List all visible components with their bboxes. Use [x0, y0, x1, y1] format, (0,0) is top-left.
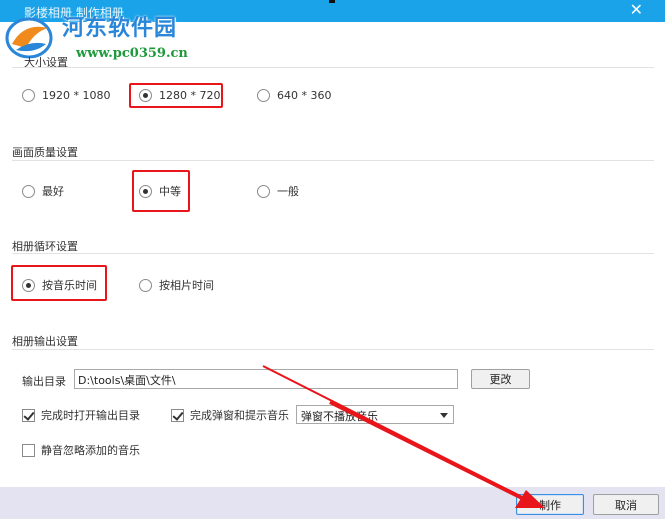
- size-option-label: 640 * 360: [277, 89, 332, 102]
- radio-icon[interactable]: [22, 184, 35, 198]
- highlight-box-loop: [11, 265, 107, 301]
- watermark-site-name: 河东软件园: [62, 15, 178, 41]
- open-dir-checkbox-row[interactable]: 完成时打开输出目录: [22, 407, 140, 423]
- output-dir-input[interactable]: D:\tools\桌面\文件\: [74, 369, 458, 389]
- open-dir-checkbox-label: 完成时打开输出目录: [41, 409, 140, 422]
- quality-option-best[interactable]: 最好: [22, 183, 64, 199]
- quality-section-label: 画面质量设置: [12, 146, 78, 159]
- loop-divider: [12, 253, 654, 254]
- mute-checkbox-row[interactable]: 静音忽略添加的音乐: [22, 442, 140, 458]
- popup-checkbox-label: 完成弹窗和提示音乐: [190, 409, 289, 422]
- size-option-640[interactable]: 640 * 360: [257, 89, 331, 102]
- checkbox-icon[interactable]: [22, 443, 35, 457]
- size-option-label: 1920 * 1080: [42, 89, 111, 102]
- size-divider: [12, 67, 654, 68]
- radio-icon[interactable]: [257, 184, 270, 198]
- radio-icon[interactable]: [22, 89, 35, 102]
- chevron-down-icon[interactable]: [440, 413, 448, 418]
- loop-option-photo[interactable]: 按相片时间: [139, 277, 214, 293]
- mute-checkbox-label: 静音忽略添加的音乐: [41, 444, 140, 457]
- output-section-label: 相册输出设置: [12, 335, 78, 348]
- quality-option-label: 一般: [277, 185, 299, 198]
- loop-section-label: 相册循环设置: [12, 240, 78, 253]
- close-icon[interactable]: ✕: [630, 1, 643, 19]
- quality-option-normal[interactable]: 一般: [257, 183, 299, 199]
- quality-option-label: 最好: [42, 185, 64, 198]
- watermark-url: www.pc0359.cn: [76, 46, 188, 61]
- music-select[interactable]: 弹窗不播放音乐: [296, 405, 454, 424]
- highlight-box-size: [129, 83, 223, 108]
- radio-icon[interactable]: [139, 278, 152, 292]
- selection-handle-top: [329, 0, 335, 3]
- highlight-box-quality: [132, 170, 190, 212]
- make-button[interactable]: 制作: [516, 494, 584, 515]
- popup-checkbox-row[interactable]: 完成弹窗和提示音乐: [171, 407, 289, 423]
- cancel-button[interactable]: 取消: [593, 494, 659, 515]
- radio-icon[interactable]: [257, 89, 270, 102]
- quality-divider: [12, 160, 654, 161]
- checkbox-checked-icon[interactable]: [22, 408, 35, 422]
- loop-option-label: 按相片时间: [159, 279, 214, 292]
- output-divider: [12, 349, 654, 350]
- music-select-value: 弹窗不播放音乐: [301, 410, 378, 423]
- output-dir-label: 输出目录: [22, 375, 66, 388]
- size-option-1920[interactable]: 1920 * 1080: [22, 89, 110, 102]
- checkbox-checked-icon[interactable]: [171, 408, 184, 422]
- change-dir-button[interactable]: 更改: [471, 369, 530, 389]
